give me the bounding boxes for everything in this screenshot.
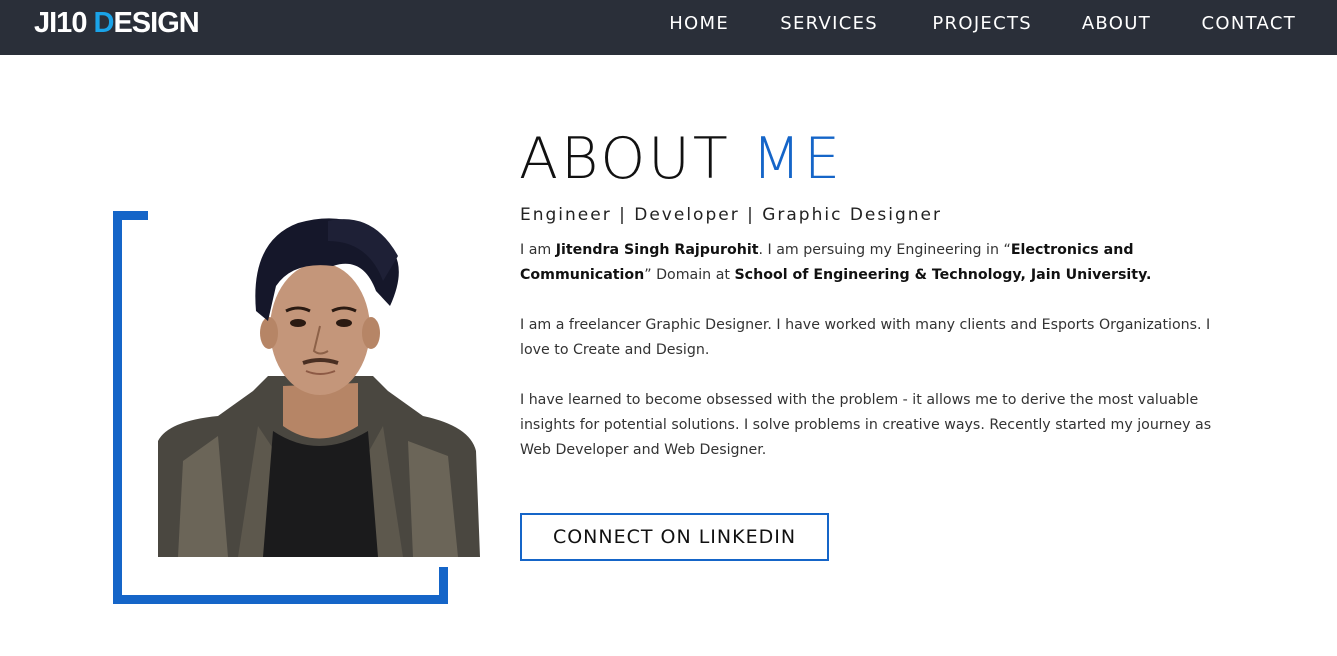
logo-accent-letter: D	[93, 7, 115, 39]
nav-projects[interactable]: PROJECTS	[932, 13, 1032, 34]
title-accent: ME	[751, 126, 844, 192]
logo-text-2: ESIGN	[113, 7, 199, 39]
navbar: JI10 DESIGN HOME SERVICES PROJECTS ABOUT…	[0, 0, 1337, 55]
bio-paragraph-3: I have learned to become obsessed with t…	[520, 392, 1212, 458]
logo-text-1: JI10	[34, 7, 94, 39]
bio-text: . I am persuing my Engineering in “	[758, 242, 1011, 258]
bio-paragraph-2: I am a freelancer Graphic Designer. I ha…	[520, 317, 1211, 358]
connect-linkedin-button[interactable]: CONNECT ON LINKEDIN	[520, 513, 829, 561]
page-title: ABOUT ME	[519, 124, 843, 194]
bio-paragraph-1: I am Jitendra Singh Rajpurohit. I am per…	[520, 238, 1220, 288]
bio-text: I am	[520, 242, 556, 258]
bio-school: School of Engineering & Technology, Jain…	[734, 267, 1152, 283]
title-main: ABOUT	[519, 126, 752, 192]
site-logo[interactable]: JI10 DESIGN	[34, 7, 200, 40]
bio-name: Jitendra Singh Rajpurohit	[555, 242, 759, 258]
bio-text: ” Domain at	[644, 267, 735, 283]
subtitle: Engineer | Developer | Graphic Designer	[520, 205, 942, 225]
profile-photo	[158, 218, 480, 557]
nav-about[interactable]: ABOUT	[1082, 13, 1151, 34]
nav-home[interactable]: HOME	[669, 13, 729, 34]
nav-contact[interactable]: CONTACT	[1202, 13, 1296, 34]
nav-services[interactable]: SERVICES	[780, 13, 878, 34]
photo-frame-top-tab	[113, 211, 148, 220]
photo-frame-right-tab	[439, 567, 448, 604]
